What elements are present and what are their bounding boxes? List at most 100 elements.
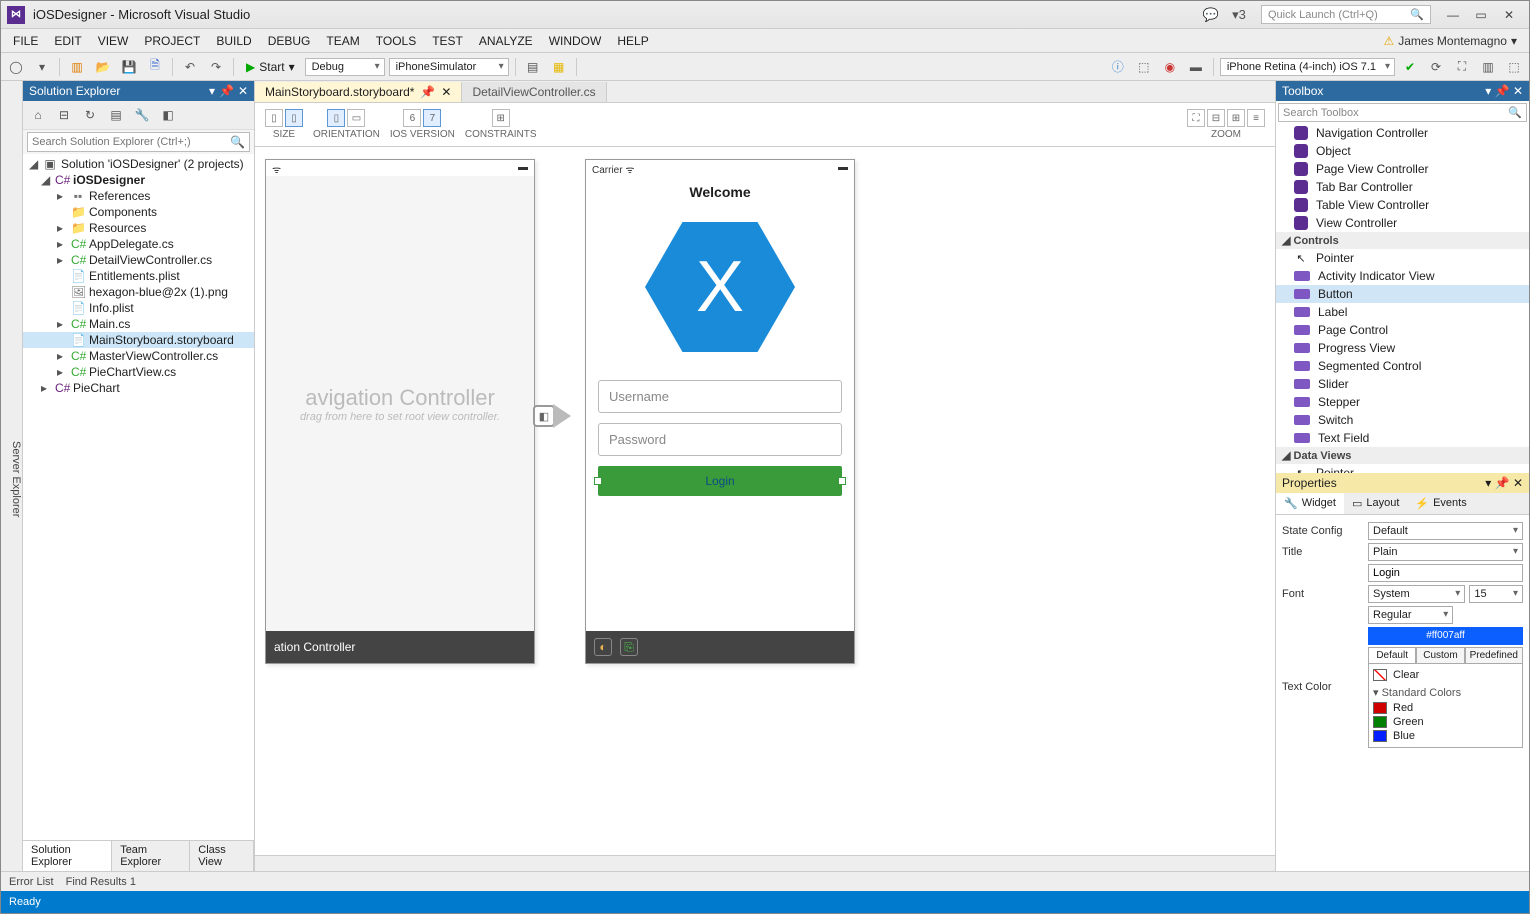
home-icon[interactable]: ⌂: [27, 104, 49, 126]
tree-item[interactable]: ▸C#AppDelegate.cs: [23, 236, 254, 252]
color-option[interactable]: Red: [1373, 701, 1518, 715]
tab-class-view[interactable]: Class View: [190, 841, 254, 871]
toolbox-category[interactable]: ◢ Data Views: [1276, 447, 1529, 464]
tree-item[interactable]: ▸C#PieChartView.cs: [23, 364, 254, 380]
toolbox-item[interactable]: Navigation Controller: [1276, 124, 1529, 142]
dropdown-icon[interactable]: ▾: [1485, 476, 1491, 490]
color-clear[interactable]: Clear: [1373, 668, 1518, 682]
menu-analyze[interactable]: ANALYZE: [471, 30, 541, 52]
toolbox-item[interactable]: Table View Controller: [1276, 196, 1529, 214]
toolbox-category[interactable]: ◢ Controls: [1276, 232, 1529, 249]
font-weight-dropdown[interactable]: Regular: [1368, 606, 1453, 624]
state-config-dropdown[interactable]: Default: [1368, 522, 1523, 540]
font-size-dropdown[interactable]: 15: [1469, 585, 1523, 603]
minimize-button[interactable]: —: [1439, 5, 1467, 25]
menu-project[interactable]: PROJECT: [136, 30, 208, 52]
toolbox-item[interactable]: Object: [1276, 142, 1529, 160]
feedback-icon[interactable]: 💬: [1199, 6, 1223, 24]
project-node[interactable]: ◢C#iOSDesigner: [23, 172, 254, 188]
close-icon[interactable]: ✕: [441, 85, 451, 99]
dropdown-icon[interactable]: ▾: [1485, 84, 1491, 98]
toolbar-icon[interactable]: ▤: [522, 56, 544, 78]
project-node[interactable]: ▸C#PieChart: [23, 380, 254, 396]
menu-team[interactable]: TEAM: [318, 30, 367, 52]
solution-search[interactable]: 🔍: [27, 132, 250, 152]
toolbox-item[interactable]: ↖Pointer: [1276, 249, 1529, 267]
tree-item[interactable]: 📁Components: [23, 204, 254, 220]
menu-edit[interactable]: EDIT: [46, 30, 89, 52]
platform-dropdown[interactable]: iPhoneSimulator: [389, 58, 509, 76]
segue-arrow[interactable]: ◧: [533, 397, 581, 435]
toolbar-icon[interactable]: ▥: [1477, 56, 1499, 78]
color-option[interactable]: Blue: [1373, 729, 1518, 743]
color-tab-custom[interactable]: Custom: [1416, 647, 1464, 664]
tree-item[interactable]: 📄Info.plist: [23, 300, 254, 316]
toolbox-item[interactable]: Label: [1276, 303, 1529, 321]
menu-tools[interactable]: TOOLS: [368, 30, 424, 52]
font-family-dropdown[interactable]: System: [1368, 585, 1465, 603]
solution-search-input[interactable]: [28, 133, 226, 151]
close-icon[interactable]: ✕: [238, 84, 248, 98]
menu-window[interactable]: WINDOW: [541, 30, 610, 52]
pin-icon[interactable]: 📌: [219, 84, 234, 98]
toolbox-item[interactable]: Text Field: [1276, 429, 1529, 447]
color-tab-default[interactable]: Default: [1368, 647, 1416, 664]
nav-controller-scene[interactable]: ᯤ▬ avigation Controller drag from here t…: [265, 159, 535, 664]
menu-view[interactable]: VIEW: [90, 30, 137, 52]
toolbox-list[interactable]: Navigation ControllerObjectPage View Con…: [1276, 124, 1529, 473]
device-dropdown[interactable]: iPhone Retina (4-inch) iOS 7.1: [1220, 58, 1395, 76]
collapse-icon[interactable]: ⊟: [53, 104, 75, 126]
toolbox-item[interactable]: Segmented Control: [1276, 357, 1529, 375]
new-project-button[interactable]: ▥: [66, 56, 88, 78]
solution-tree[interactable]: ◢▣Solution 'iOSDesigner' (2 projects) ◢C…: [23, 154, 254, 840]
tree-item[interactable]: 📄MainStoryboard.storyboard: [23, 332, 254, 348]
redo-button[interactable]: ↷: [205, 56, 227, 78]
menu-test[interactable]: TEST: [424, 30, 471, 52]
color-tab-predefined[interactable]: Predefined: [1465, 647, 1523, 664]
refresh-icon[interactable]: ↻: [79, 104, 101, 126]
pin-icon[interactable]: 📌: [1495, 84, 1510, 98]
toolbox-item[interactable]: Tab Bar Controller: [1276, 178, 1529, 196]
color-option[interactable]: Green: [1373, 715, 1518, 729]
welcome-scene[interactable]: Carrier ᯤ▬ Welcome X Username Password L…: [585, 159, 855, 664]
toolbox-item[interactable]: Stepper: [1276, 393, 1529, 411]
check-icon[interactable]: ✔: [1399, 56, 1421, 78]
tree-item[interactable]: ▸▪▪References: [23, 188, 254, 204]
zoom-group[interactable]: ⛶⊟⊞≡ ZOOM: [1187, 109, 1265, 140]
tab-find-results[interactable]: Find Results 1: [66, 876, 136, 888]
toolbox-item[interactable]: Button: [1276, 285, 1529, 303]
scene-icon[interactable]: ◐: [594, 638, 612, 656]
solution-node[interactable]: ◢▣Solution 'iOSDesigner' (2 projects): [23, 156, 254, 172]
toolbox-item[interactable]: Page Control: [1276, 321, 1529, 339]
nav-back-button[interactable]: ◯: [5, 56, 27, 78]
dropdown-icon[interactable]: ▾: [209, 84, 215, 98]
login-button[interactable]: Login: [598, 466, 842, 496]
toolbar-icon[interactable]: ⬚: [1133, 56, 1155, 78]
toolbox-item[interactable]: Switch: [1276, 411, 1529, 429]
toolbar-icon[interactable]: ◉: [1159, 56, 1181, 78]
ios-version-group[interactable]: 67 IOS VERSION: [390, 109, 455, 140]
server-explorer-collapsed[interactable]: Server Explorer: [1, 81, 23, 871]
tab-detailvc[interactable]: DetailViewController.cs: [462, 82, 606, 102]
username-placeholder[interactable]: Username: [598, 380, 842, 413]
toolbar-icon[interactable]: ▬: [1185, 56, 1207, 78]
tab-layout[interactable]: ▭Layout: [1344, 493, 1407, 514]
toolbar-icon[interactable]: ⬚: [1503, 56, 1525, 78]
notifications-icon[interactable]: ▾3: [1227, 6, 1251, 24]
show-all-icon[interactable]: ▤: [105, 104, 127, 126]
tab-storyboard[interactable]: MainStoryboard.storyboard*📌✕: [255, 82, 462, 102]
toolbar-icon[interactable]: ⟳: [1425, 56, 1447, 78]
restore-button[interactable]: ▭: [1467, 5, 1495, 25]
pin-icon[interactable]: 📌: [420, 85, 435, 99]
toolbox-item[interactable]: Activity Indicator View: [1276, 267, 1529, 285]
orientation-group[interactable]: ▯▭ ORIENTATION: [313, 109, 380, 140]
menu-file[interactable]: FILE: [5, 30, 46, 52]
config-dropdown[interactable]: Debug: [305, 58, 385, 76]
tab-widget[interactable]: 🔧Widget: [1276, 493, 1344, 514]
password-placeholder[interactable]: Password: [598, 423, 842, 456]
text-color-swatch[interactable]: #ff007aff: [1368, 627, 1523, 645]
open-file-button[interactable]: 📂: [92, 56, 114, 78]
tree-item[interactable]: ▸📁Resources: [23, 220, 254, 236]
menu-help[interactable]: HELP: [609, 30, 656, 52]
nav-fwd-button[interactable]: ▾: [31, 56, 53, 78]
